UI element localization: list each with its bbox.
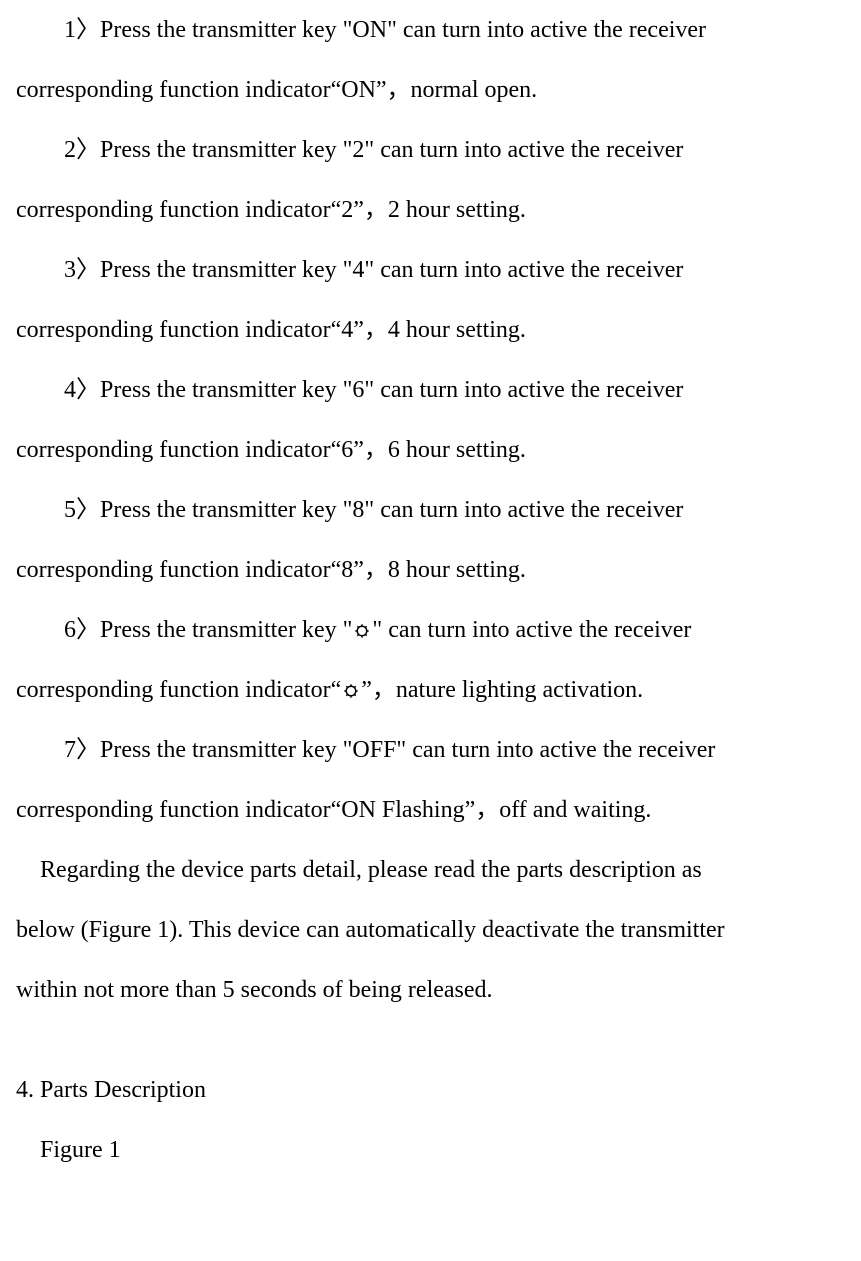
paragraph: below (Figure 1). This device can automa… [16,900,845,960]
item-text: 1〉Press the transmitter key "ON" can tur… [64,17,706,43]
item-text: corresponding function indicator“ON Flas… [16,797,651,823]
item-text: corresponding function indicator“6”，6 ho… [16,437,526,463]
item-text: corresponding function indicator“2”，2 ho… [16,197,526,223]
paragraph-text: below (Figure 1). This device can automa… [16,917,725,943]
list-item: 3〉Press the transmitter key "4" can turn… [16,240,845,300]
item-text: 3〉Press the transmitter key "4" can turn… [64,257,683,283]
item-text: 4〉Press the transmitter key "6" can turn… [64,377,683,403]
list-item-continue: corresponding function indicator“4”，4 ho… [16,300,845,360]
item-text: 7〉Press the transmitter key "OFF" can tu… [64,737,715,763]
list-item: 2〉Press the transmitter key "2" can turn… [16,120,845,180]
list-item-continue: corresponding function indicator“ON”，nor… [16,60,845,120]
heading-text: 4. Parts Description [16,1077,206,1103]
sun-icon [353,622,371,640]
item-text: " can turn into active the receiver [372,617,691,643]
list-item: 6〉Press the transmitter key " " can turn … [16,600,845,660]
section-heading: 4. Parts Description [16,1060,845,1120]
item-text: corresponding function indicator“ON”，nor… [16,77,537,103]
list-item-continue: corresponding function indicator“8”，8 ho… [16,540,845,600]
item-text: corresponding function indicator“8”，8 ho… [16,557,526,583]
figure-label-text: Figure 1 [40,1137,121,1163]
list-item: 4〉Press the transmitter key "6" can turn… [16,360,845,420]
paragraph: within not more than 5 seconds of being … [16,960,845,1020]
sun-icon [342,682,360,700]
item-text: corresponding function indicator“ [16,677,341,703]
list-item: 5〉Press the transmitter key "8" can turn… [16,480,845,540]
item-text: 2〉Press the transmitter key "2" can turn… [64,137,683,163]
paragraph-text: within not more than 5 seconds of being … [16,977,493,1003]
item-text: 5〉Press the transmitter key "8" can turn… [64,497,683,523]
paragraph: Regarding the device parts detail, pleas… [16,840,845,900]
list-item: 1〉Press the transmitter key "ON" can tur… [16,0,845,60]
list-item-continue: corresponding function indicator“ ”，natur… [16,660,845,720]
list-item: 7〉Press the transmitter key "OFF" can tu… [16,720,845,780]
list-item-continue: corresponding function indicator“ON Flas… [16,780,845,840]
list-item-continue: corresponding function indicator“6”，6 ho… [16,420,845,480]
item-text: ”，nature lighting activation. [361,677,643,703]
paragraph-text: Regarding the device parts detail, pleas… [40,857,702,883]
item-text: 6〉Press the transmitter key " [64,617,352,643]
list-item-continue: corresponding function indicator“2”，2 ho… [16,180,845,240]
item-text: corresponding function indicator“4”，4 ho… [16,317,526,343]
figure-label: Figure 1 [16,1120,845,1180]
document-page: 1〉Press the transmitter key "ON" can tur… [0,0,861,1180]
